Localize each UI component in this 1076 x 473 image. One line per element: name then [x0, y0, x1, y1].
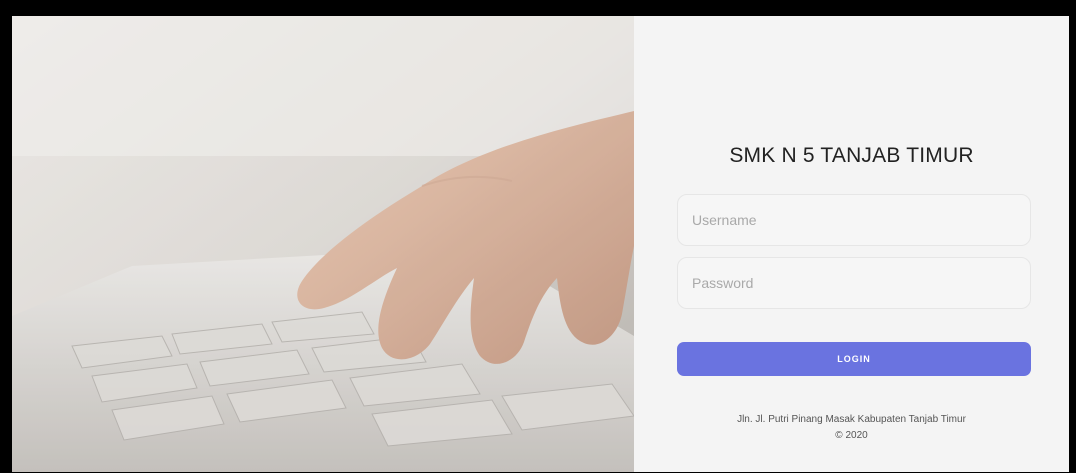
keyboard-typing-photo [12, 16, 634, 472]
username-input[interactable] [677, 194, 1031, 246]
school-title: SMK N 5 TANJAB TIMUR [729, 144, 974, 167]
password-input[interactable] [677, 257, 1031, 309]
login-button[interactable]: LOGIN [677, 342, 1031, 376]
hero-photo [12, 16, 634, 472]
footer-address: Jln. Jl. Putri Pinang Masak Kabupaten Ta… [737, 414, 966, 425]
login-page: SMK N 5 TANJAB TIMUR LOGIN Jln. Jl. Putr… [12, 16, 1069, 472]
footer-copyright: © 2020 [835, 430, 868, 441]
browser-frame: SMK N 5 TANJAB TIMUR LOGIN Jln. Jl. Putr… [0, 0, 1076, 473]
login-panel: SMK N 5 TANJAB TIMUR LOGIN Jln. Jl. Putr… [634, 16, 1069, 472]
footer: Jln. Jl. Putri Pinang Masak Kabupaten Ta… [634, 412, 1069, 444]
